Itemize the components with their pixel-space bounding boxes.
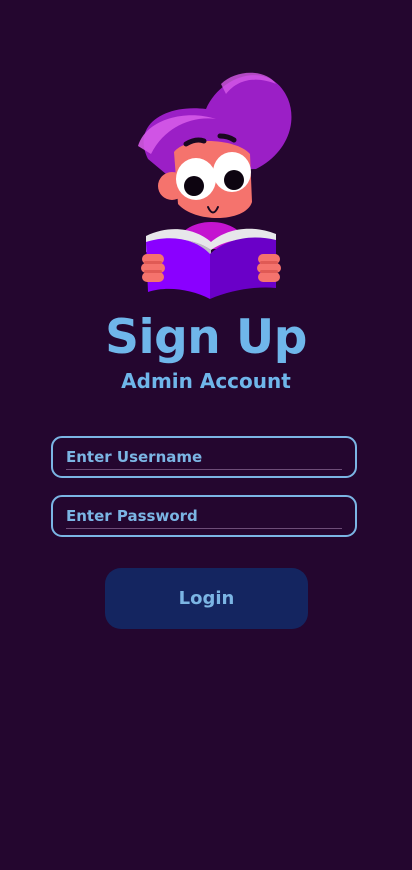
page-subtitle: Admin Account bbox=[121, 369, 291, 393]
password-input[interactable] bbox=[66, 504, 342, 529]
reading-character-illustration bbox=[138, 72, 292, 299]
page-title: Sign Up bbox=[105, 310, 307, 365]
username-field[interactable] bbox=[51, 436, 357, 478]
username-input[interactable] bbox=[66, 445, 342, 470]
password-field[interactable] bbox=[51, 495, 357, 537]
login-button[interactable]: Login bbox=[105, 568, 308, 629]
